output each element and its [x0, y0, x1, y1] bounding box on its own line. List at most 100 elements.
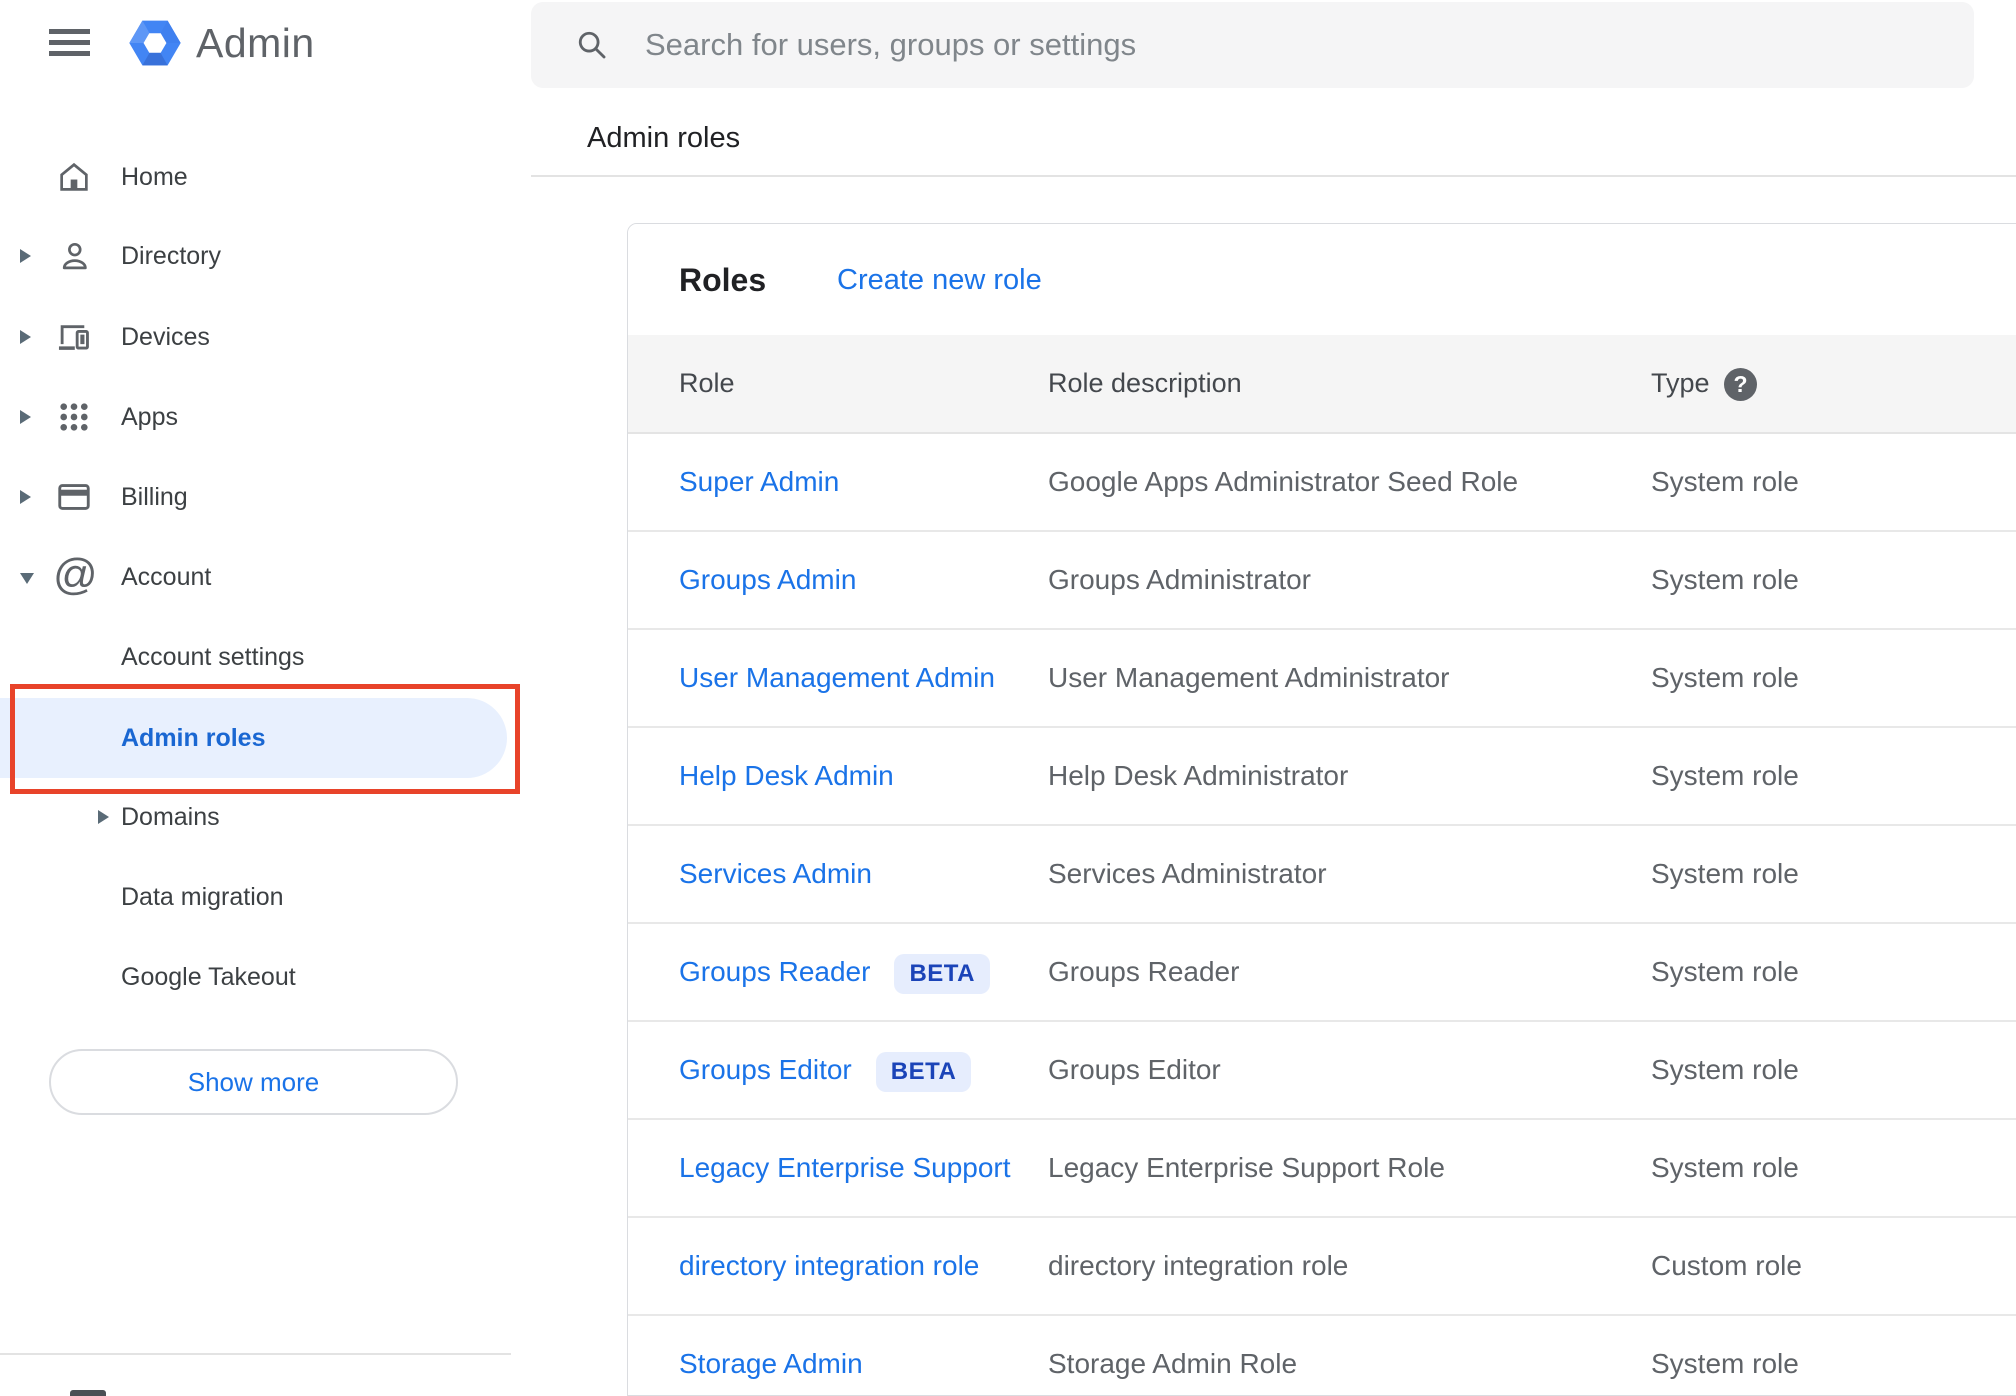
card-title: Roles: [679, 262, 767, 298]
role-type: System role: [1651, 1054, 1799, 1085]
table-row: User Management Admin User Management Ad…: [628, 630, 2016, 728]
sidebar-item-account[interactable]: @ Account: [0, 550, 531, 601]
sidebar-item-label: Google Takeout: [121, 963, 296, 991]
table-header-row: Role Role description Type ?: [628, 335, 2016, 434]
table-row: Legacy Enterprise Support Legacy Enterpr…: [628, 1120, 2016, 1218]
chevron-right-icon[interactable]: [98, 810, 109, 824]
apps-grid-icon: [55, 398, 93, 436]
beta-badge: BETA: [894, 953, 990, 994]
sidebar-item-label: Directory: [121, 242, 222, 270]
table-row: Storage Admin Storage Admin Role System …: [628, 1316, 2016, 1395]
role-description: User Management Administrator: [1048, 662, 1450, 693]
table-row: Services Admin Services Administrator Sy…: [628, 826, 2016, 924]
role-link[interactable]: User Management Admin: [679, 630, 995, 726]
role-link[interactable]: Super Admin: [679, 434, 839, 530]
create-new-role-link[interactable]: Create new role: [837, 264, 1042, 297]
roles-card: Roles Create new role Role Role descript…: [627, 223, 2016, 1396]
sidebar-item-label: Devices: [121, 323, 210, 351]
chevron-down-icon[interactable]: [20, 573, 34, 584]
sidebar-item-label: Admin roles: [121, 724, 266, 752]
role-link[interactable]: Services Admin: [679, 826, 872, 922]
role-type: System role: [1651, 760, 1799, 791]
help-icon[interactable]: ?: [1724, 368, 1757, 401]
table-row: Super Admin Google Apps Administrator Se…: [628, 434, 2016, 532]
role-type: System role: [1651, 662, 1799, 693]
role-link[interactable]: Groups Admin: [679, 532, 856, 628]
table-row: Help Desk Admin Help Desk Administrator …: [628, 728, 2016, 826]
role-link[interactable]: Legacy Enterprise Support: [679, 1120, 1011, 1216]
column-header-type: Type: [1651, 368, 1710, 398]
partial-bottom-icon: [70, 1390, 106, 1396]
search-bar[interactable]: [531, 2, 1974, 88]
breadcrumb-divider: [531, 175, 2016, 177]
role-description: Groups Editor: [1048, 1054, 1221, 1085]
sidebar-item-admin-roles[interactable]: Admin roles: [0, 698, 507, 778]
role-description: directory integration role: [1048, 1250, 1349, 1281]
role-type: System role: [1651, 1152, 1799, 1183]
table-row: directory integration role directory int…: [628, 1218, 2016, 1316]
role-link[interactable]: Storage Admin: [679, 1316, 863, 1395]
sidebar-item-label: Account: [121, 563, 212, 591]
role-type: System role: [1651, 858, 1799, 889]
role-type: Custom role: [1651, 1250, 1802, 1281]
table-row: Groups Admin Groups Administrator System…: [628, 532, 2016, 630]
role-description: Services Administrator: [1048, 858, 1327, 889]
role-link[interactable]: Groups Reader BETA: [679, 924, 990, 1020]
show-more-button[interactable]: Show more: [49, 1049, 458, 1115]
column-header-description: Role description: [1048, 368, 1242, 398]
role-link[interactable]: Groups Editor BETA: [679, 1022, 972, 1118]
at-sign-icon: @: [53, 550, 98, 599]
roles-card-header: Roles Create new role: [628, 224, 2016, 335]
sidebar-item-billing[interactable]: Billing: [0, 473, 531, 521]
column-header-role: Role: [679, 368, 735, 398]
role-link[interactable]: directory integration role: [679, 1218, 979, 1314]
sidebar-item-google-takeout[interactable]: Google Takeout: [0, 953, 531, 1001]
sidebar-item-label: Data migration: [121, 883, 284, 911]
hamburger-menu-icon[interactable]: [49, 29, 90, 57]
sidebar-item-domains[interactable]: Domains: [0, 793, 531, 841]
sidebar-bottom-divider: [0, 1353, 511, 1355]
search-input[interactable]: [645, 2, 1925, 88]
sidebar-item-account-settings[interactable]: Account settings: [0, 633, 531, 681]
role-type: System role: [1651, 956, 1799, 987]
chevron-right-icon[interactable]: [20, 249, 31, 263]
sidebar-item-label: Billing: [121, 483, 188, 511]
sidebar-item-home[interactable]: Home: [0, 153, 531, 201]
chevron-right-icon[interactable]: [20, 330, 31, 344]
role-link-label: Groups Reader: [679, 956, 871, 987]
sidebar-item-label: Domains: [121, 803, 220, 831]
sidebar-item-label: Home: [121, 163, 188, 191]
table-row: Groups Reader BETA Groups Reader System r…: [628, 924, 2016, 1022]
chevron-right-icon[interactable]: [20, 490, 31, 504]
role-link[interactable]: Help Desk Admin: [679, 728, 894, 824]
person-icon: [55, 237, 93, 275]
sidebar-item-label: Apps: [121, 403, 178, 431]
table-row: Groups Editor BETA Groups Editor System r…: [628, 1022, 2016, 1120]
role-description: Groups Administrator: [1048, 564, 1311, 595]
role-type: System role: [1651, 564, 1799, 595]
sidebar-item-label: Account settings: [121, 643, 305, 671]
breadcrumb: Admin roles: [587, 122, 741, 154]
sidebar-item-directory[interactable]: Directory: [0, 232, 531, 280]
role-description: Storage Admin Role: [1048, 1348, 1298, 1379]
sidebar-item-apps[interactable]: Apps: [0, 393, 531, 441]
roles-table-body: Super Admin Google Apps Administrator Se…: [628, 434, 2016, 1395]
search-icon: [575, 28, 609, 62]
role-description: Google Apps Administrator Seed Role: [1048, 466, 1519, 497]
role-description: Legacy Enterprise Support Role: [1048, 1152, 1445, 1183]
home-icon: [55, 158, 93, 196]
product-title: Admin: [196, 20, 315, 66]
role-type: System role: [1651, 1348, 1799, 1379]
role-link-label: Groups Editor: [679, 1054, 852, 1085]
role-description: Help Desk Administrator: [1048, 760, 1349, 791]
devices-icon: [55, 318, 93, 356]
sidebar-item-devices[interactable]: Devices: [0, 313, 531, 361]
beta-badge: BETA: [875, 1051, 972, 1092]
role-description: Groups Reader: [1048, 956, 1240, 987]
credit-card-icon: [55, 478, 93, 516]
role-type: System role: [1651, 466, 1799, 497]
admin-console-screen: Admin Home Directory Devices Apps Billin…: [0, 0, 2016, 1396]
admin-logo-icon: [127, 15, 183, 71]
sidebar-item-data-migration[interactable]: Data migration: [0, 873, 531, 921]
chevron-right-icon[interactable]: [20, 410, 31, 424]
